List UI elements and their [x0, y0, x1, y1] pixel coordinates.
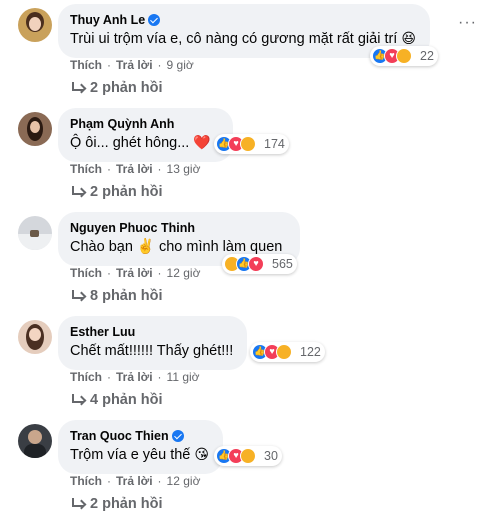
reaction-summary[interactable]: 👍 ♥ 22	[370, 46, 438, 66]
like-link[interactable]: Thích	[70, 266, 102, 280]
reaction-summary[interactable]: 👍 ♥ 565	[222, 254, 297, 274]
comment-text: Trộm vía e yêu thế 😘	[70, 447, 209, 463]
comment-bubble: Phạm Quỳnh Anh Ộ ôi... ghét hông... ❤️	[58, 108, 233, 162]
comment-actions: Thích · Trả lời · 9 giờ	[70, 58, 194, 72]
comment-time[interactable]: 12 giờ	[167, 474, 201, 488]
comment-text: Ộ ôi... ghét hông... ❤️	[70, 135, 211, 151]
reply-arrow-icon	[70, 290, 84, 302]
comment-text: Trùi ui trộm vía e, cô nàng có gương mặt…	[70, 31, 416, 47]
more-options-icon[interactable]: ···	[458, 14, 477, 32]
view-replies[interactable]: 2 phản hồi	[70, 496, 163, 512]
comment-actions: Thích · Trả lời · 12 giờ	[70, 474, 201, 488]
like-link[interactable]: Thích	[70, 370, 102, 384]
reaction-count: 122	[300, 345, 321, 359]
comment-bubble: Tran Quoc Thien Trộm vía e yêu thế 😘	[58, 420, 223, 474]
comment-actions: Thích · Trả lời · 12 giờ	[70, 266, 201, 280]
view-replies[interactable]: 2 phản hồi	[70, 184, 163, 200]
verified-badge-icon	[148, 14, 161, 26]
reaction-count: 174	[264, 137, 285, 151]
verified-badge-icon	[171, 430, 184, 442]
reply-arrow-icon	[70, 498, 84, 510]
comment-text: Chết mất!!!!!! Thấy ghét!!!	[70, 343, 234, 359]
comment-author[interactable]: Esther Luu	[70, 324, 233, 340]
reaction-count: 22	[420, 49, 434, 63]
comment-time[interactable]: 9 giờ	[167, 58, 194, 72]
comment-time[interactable]: 13 giờ	[167, 162, 201, 176]
comment-author[interactable]: Phạm Quỳnh Anh	[70, 116, 211, 132]
comment-author[interactable]: Tran Quoc Thien	[70, 428, 209, 444]
love-icon: ♥	[248, 256, 264, 272]
reply-link[interactable]: Trả lời	[116, 370, 153, 384]
care-icon	[240, 136, 256, 152]
avatar[interactable]	[18, 112, 52, 146]
comment-author[interactable]: Thuy Anh Le	[70, 12, 416, 28]
view-replies[interactable]: 8 phản hồi	[70, 288, 163, 304]
reply-link[interactable]: Trả lời	[116, 266, 153, 280]
reply-arrow-icon	[70, 394, 84, 406]
comment-author[interactable]: Nguyen Phuoc Thinh	[70, 220, 282, 236]
reaction-summary[interactable]: 👍 ♥ 122	[250, 342, 325, 362]
comment-time[interactable]: 12 giờ	[167, 266, 201, 280]
like-link[interactable]: Thích	[70, 474, 102, 488]
comment-actions: Thích · Trả lời · 11 giờ	[70, 370, 200, 384]
like-link[interactable]: Thích	[70, 58, 102, 72]
reply-link[interactable]: Trả lời	[116, 58, 153, 72]
reaction-summary[interactable]: 👍 ♥ 30	[214, 446, 282, 466]
avatar[interactable]	[18, 216, 52, 250]
reaction-summary[interactable]: 👍 ♥ 174	[214, 134, 289, 154]
comment-bubble: Esther Luu Chết mất!!!!!! Thấy ghét!!!	[58, 316, 248, 370]
reply-arrow-icon	[70, 186, 84, 198]
avatar[interactable]	[18, 8, 52, 42]
care-icon	[240, 448, 256, 464]
view-replies[interactable]: 4 phản hồi	[70, 392, 163, 408]
like-link[interactable]: Thích	[70, 162, 102, 176]
care-icon	[276, 344, 292, 360]
avatar[interactable]	[18, 424, 52, 458]
view-replies[interactable]: 2 phản hồi	[70, 80, 163, 96]
comment-actions: Thích · Trả lời · 13 giờ	[70, 162, 201, 176]
reaction-count: 565	[272, 257, 293, 271]
avatar[interactable]	[18, 320, 52, 354]
reaction-count: 30	[264, 449, 278, 463]
comment-time[interactable]: 11 giờ	[167, 370, 200, 384]
reply-link[interactable]: Trả lời	[116, 474, 153, 488]
haha-icon	[396, 48, 412, 64]
reply-arrow-icon	[70, 82, 84, 94]
reply-link[interactable]: Trả lời	[116, 162, 153, 176]
